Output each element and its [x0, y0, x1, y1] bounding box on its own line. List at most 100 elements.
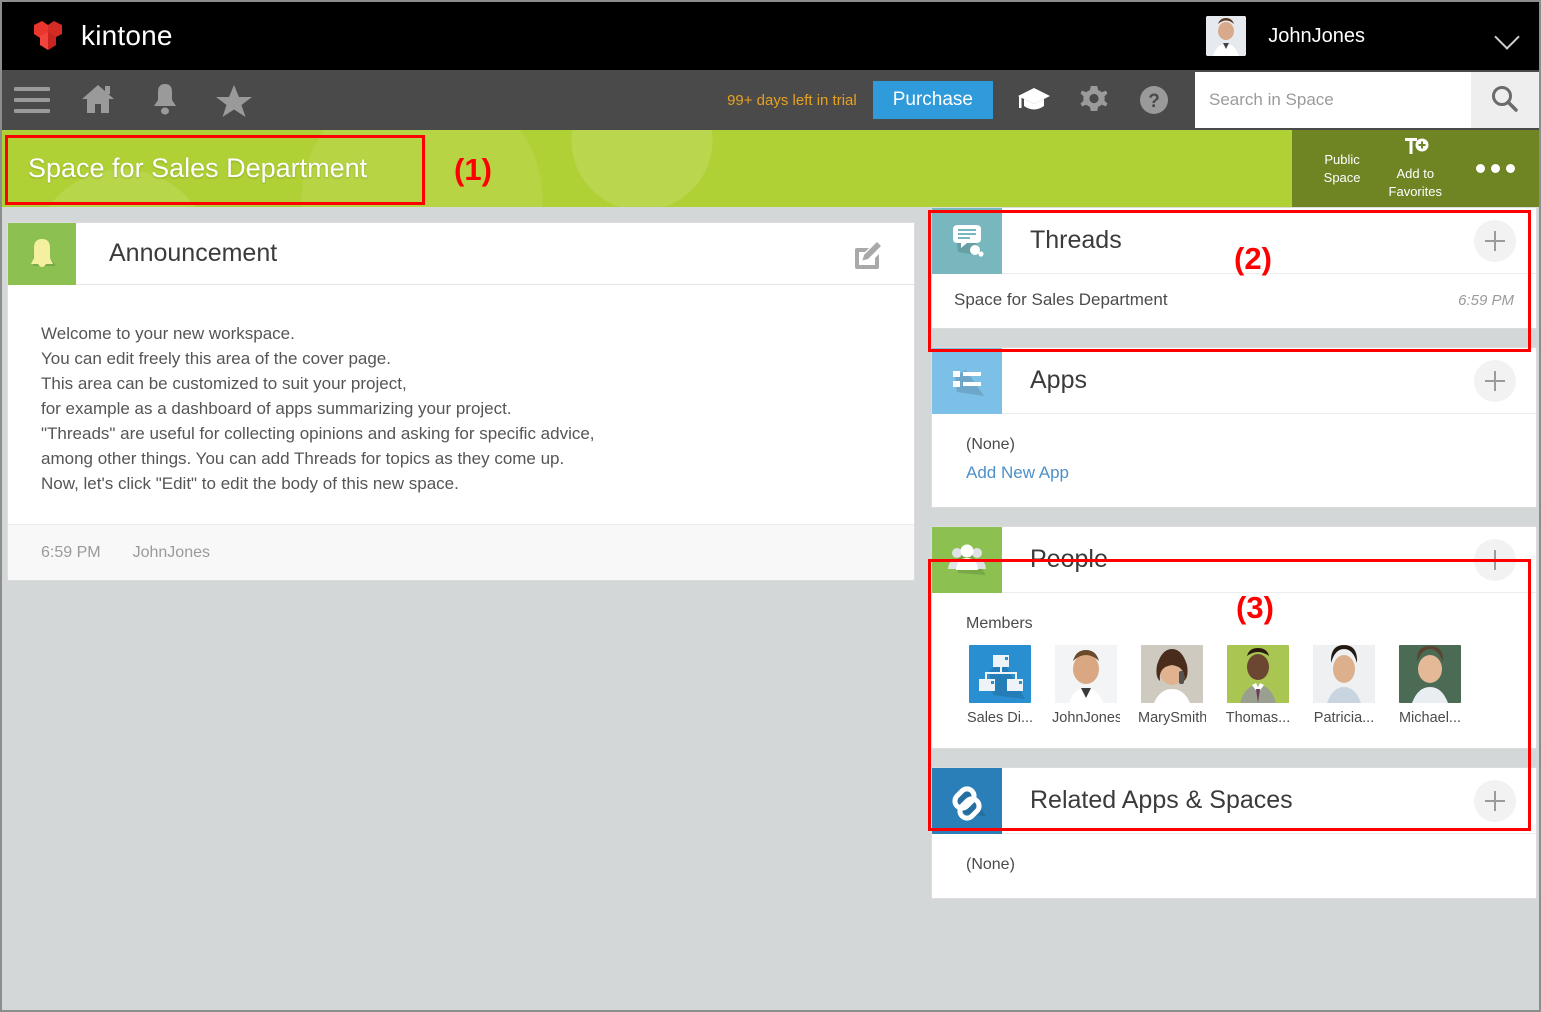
people-icon: [932, 527, 1002, 593]
apps-empty-text: (None): [966, 436, 1514, 454]
announcement-line: Welcome to your new workspace.: [41, 321, 914, 346]
threads-title: Threads: [1030, 226, 1122, 255]
member-item[interactable]: Thomas...: [1224, 645, 1292, 726]
purchase-button[interactable]: Purchase: [873, 81, 993, 119]
add-to-favorites-button[interactable]: Add to Favorites: [1375, 137, 1456, 201]
top-bar: kintone JohnJones: [2, 2, 1539, 70]
related-body: (None): [932, 834, 1536, 898]
add-thread-button[interactable]: [1474, 220, 1516, 262]
add-new-app-link[interactable]: Add New App: [966, 463, 1069, 483]
gear-icon[interactable]: [1075, 81, 1113, 119]
help-icon[interactable]: ?: [1135, 81, 1173, 119]
app-window: kintone JohnJones: [0, 0, 1541, 1012]
announcement-line: This area can be customized to suit your…: [41, 371, 914, 396]
member-name: JohnJones: [1052, 710, 1120, 726]
avatar: [1227, 645, 1289, 703]
public-space-label: Public Space: [1310, 151, 1375, 186]
search-box: [1195, 72, 1539, 128]
speech-bubble-icon: [932, 208, 1002, 274]
member-name: MarySmith: [1138, 710, 1206, 726]
search-icon: [1489, 83, 1521, 118]
member-name: Sales Di...: [966, 710, 1034, 726]
member-name: Thomas...: [1224, 710, 1292, 726]
avatar: [1399, 645, 1461, 703]
avatar: [1206, 16, 1246, 56]
add-app-button[interactable]: [1474, 360, 1516, 402]
related-empty-text: (None): [966, 856, 1514, 874]
add-related-button[interactable]: [1474, 780, 1516, 822]
public-space-line2: Space: [1324, 170, 1361, 185]
space-header-bar: Space for Sales Department Public Space …: [2, 130, 1539, 207]
announcement-line: among other things. You can add Threads …: [41, 446, 914, 471]
announcement-time: 6:59 PM: [41, 544, 101, 562]
space-actions: Public Space Add to Favorites: [1292, 130, 1539, 207]
favorites-line1: Add to: [1396, 166, 1434, 181]
brand-logo[interactable]: kintone: [28, 19, 173, 53]
announcement-line: Now, let's click "Edit" to edit the body…: [41, 471, 914, 496]
member-name: Patricia...: [1310, 710, 1378, 726]
org-chart-icon: [969, 645, 1031, 703]
add-people-button[interactable]: [1474, 539, 1516, 581]
announcement-header: Announcement: [8, 223, 914, 285]
hamburger-icon[interactable]: [14, 87, 50, 113]
bell-icon: [8, 223, 76, 285]
more-options-icon[interactable]: [1476, 164, 1515, 173]
member-item[interactable]: Patricia...: [1310, 645, 1378, 726]
user-name-label: JohnJones: [1268, 25, 1365, 48]
trial-status-text: 99+ days left in trial: [727, 92, 857, 109]
link-chain-icon: [932, 768, 1002, 834]
bell-icon[interactable]: [146, 80, 186, 120]
apps-title: Apps: [1030, 366, 1087, 395]
announcement-title: Announcement: [109, 239, 277, 268]
announcement-line: You can edit freely this area of the cov…: [41, 346, 914, 371]
member-item[interactable]: JohnJones: [1052, 645, 1120, 726]
related-header: Related Apps & Spaces: [932, 768, 1536, 834]
right-column: Threads Space for Sales Department 6:59 …: [931, 207, 1537, 917]
svg-text:?: ?: [1148, 91, 1160, 112]
threads-card: Threads Space for Sales Department 6:59 …: [931, 207, 1537, 329]
public-space-line1: Public: [1324, 152, 1359, 167]
list-icon: [932, 348, 1002, 414]
member-item[interactable]: Sales Di...: [966, 645, 1034, 726]
avatar: [1055, 645, 1117, 703]
apps-body: (None) Add New App: [932, 414, 1536, 507]
kintone-logo-icon: [28, 19, 68, 53]
thread-list-item[interactable]: Space for Sales Department 6:59 PM: [932, 274, 1536, 328]
people-title: People: [1030, 545, 1108, 574]
people-header: People: [932, 527, 1536, 593]
search-input[interactable]: [1195, 72, 1471, 128]
related-apps-spaces-card: Related Apps & Spaces (None): [931, 767, 1537, 899]
thread-time: 6:59 PM: [1458, 292, 1514, 309]
thread-name[interactable]: Space for Sales Department: [954, 290, 1168, 310]
announcement-body: Welcome to your new workspace. You can e…: [8, 285, 914, 524]
brand-name: kintone: [81, 20, 173, 52]
people-card: People Members: [931, 526, 1537, 749]
related-title: Related Apps & Spaces: [1030, 786, 1293, 815]
nav-bar: 99+ days left in trial Purchase ?: [2, 70, 1539, 130]
avatar: [1313, 645, 1375, 703]
space-title: Space for Sales Department: [28, 153, 367, 184]
pin-add-icon: [1389, 137, 1442, 164]
user-menu[interactable]: JohnJones: [1206, 2, 1521, 70]
home-icon[interactable]: [78, 80, 118, 120]
favorites-line2: Favorites: [1389, 184, 1442, 199]
member-item[interactable]: Michael...: [1396, 645, 1464, 726]
edit-pencil-icon[interactable]: [852, 240, 882, 275]
apps-header: Apps: [932, 348, 1536, 414]
search-button[interactable]: [1471, 72, 1539, 128]
member-name: Michael...: [1396, 710, 1464, 726]
announcement-author: JohnJones: [133, 544, 210, 562]
announcement-footer: 6:59 PM JohnJones: [8, 524, 914, 580]
announcement-card: Announcement Welcome to your new workspa…: [7, 222, 915, 581]
members-list: Sales Di... JohnJones: [932, 633, 1536, 748]
announcement-line: for example as a dashboard of apps summa…: [41, 396, 914, 421]
chevron-down-icon[interactable]: [1495, 23, 1521, 49]
threads-header: Threads: [932, 208, 1536, 274]
apps-card: Apps (None) Add New App: [931, 347, 1537, 508]
member-item[interactable]: MarySmith: [1138, 645, 1206, 726]
star-icon[interactable]: [214, 80, 254, 120]
announcement-line: "Threads" are useful for collecting opin…: [41, 421, 914, 446]
graduation-cap-icon[interactable]: [1015, 81, 1053, 119]
members-label: Members: [932, 593, 1536, 633]
content-area: Announcement Welcome to your new workspa…: [2, 207, 1539, 1010]
